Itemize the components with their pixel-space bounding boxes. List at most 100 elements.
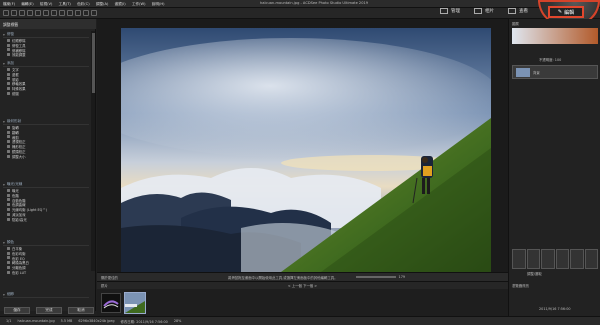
save-button[interactable]: 儲存 [4, 307, 30, 314]
tool-icon[interactable] [570, 249, 584, 269]
layer-thumb [516, 67, 530, 77]
left-panel-scrollbar[interactable] [91, 31, 95, 271]
chevron-down-icon: ▾ [3, 61, 5, 66]
tool-label: 色彩 LUT [12, 270, 27, 275]
select-icon[interactable] [27, 10, 33, 16]
section-detail-header[interactable]: ▾ 細節 [3, 292, 89, 298]
left-panel: 調整標籤 ▾ 修復 紅眼移除 修復工具 修補移除 效能調整 ▾ 添加 文字 邊框 暈… [0, 19, 96, 311]
hand-icon[interactable] [75, 10, 81, 16]
status-bar: 1/1 halcuan-mountain.jpg 5.5 MB 6296x384… [0, 316, 600, 325]
heal-icon [7, 43, 10, 47]
move-icon[interactable] [35, 10, 41, 16]
tool-item[interactable]: 色彩 LUT [3, 270, 89, 275]
compare-icon[interactable] [83, 10, 89, 16]
zoom-value: 179 [398, 275, 406, 279]
menu-work[interactable]: 工作(W) [132, 2, 146, 6]
edit-icon: ✎ [557, 9, 563, 15]
section-repair: ▾ 修復 紅眼移除 修復工具 修補移除 效能調整 [3, 32, 89, 57]
photo-image [121, 28, 491, 272]
barrel-icon [7, 145, 10, 149]
tool-item[interactable]: 陰影/高光 [3, 217, 89, 222]
scroll-thumb[interactable] [91, 33, 95, 93]
lut-icon [7, 270, 10, 274]
filmstrip-thumb[interactable] [101, 293, 121, 313]
perspective-icon [7, 140, 10, 144]
tool-item[interactable]: 效能調整 [3, 52, 89, 57]
mode-edit-label: 編輯 [564, 9, 575, 16]
flip-icon [7, 130, 10, 134]
curves-icon [7, 203, 10, 207]
color-balance-icon [7, 251, 10, 255]
menu-color[interactable]: 色彩(C) [77, 2, 90, 6]
done-button[interactable]: 完成 [36, 307, 62, 314]
split-tone-icon [7, 266, 10, 270]
mode-edit-button[interactable]: ✎ 編輯 [548, 6, 584, 18]
save-icon[interactable] [3, 10, 9, 16]
menu-view[interactable]: 檢視(V) [40, 2, 52, 6]
levels-icon [7, 193, 10, 197]
filmstrip-thumb-selected[interactable] [124, 292, 146, 314]
draw-icon [7, 91, 10, 95]
menu-tools[interactable]: 工具(T) [59, 2, 71, 6]
mode-manage-label: 管理 [451, 9, 460, 14]
lens-icon [7, 149, 10, 153]
info-date: 2011/9/16 7:56:00 [539, 307, 571, 311]
brush-icon[interactable] [43, 10, 49, 16]
tool-item[interactable]: 繪圖 [3, 91, 89, 96]
mode-manage[interactable]: 管理 [440, 8, 460, 14]
section-add-title: 添加 [6, 61, 14, 65]
redo-icon[interactable] [19, 10, 25, 16]
undo-icon[interactable] [11, 10, 17, 16]
filmstrip-nav[interactable]: < 上一個 下一個 > [288, 283, 317, 288]
mode-view-label: 查看 [519, 9, 528, 14]
section-detail-title: 細節 [6, 292, 14, 296]
zoom-icon[interactable] [67, 10, 73, 16]
tool-icon[interactable] [512, 249, 526, 269]
status-filename: halcuan-mountain.jpg [17, 319, 55, 323]
filmstrip-label: 膠片 [101, 284, 108, 288]
mode-view[interactable]: 查看 [508, 8, 528, 14]
zoom-slider[interactable] [355, 276, 396, 278]
rotate-icon [7, 125, 10, 129]
photos-icon [474, 8, 482, 14]
layer-row[interactable]: 背景 [512, 65, 598, 79]
menu-filter[interactable]: 濾鏡(I) [115, 2, 126, 6]
color-swatch[interactable] [512, 28, 598, 44]
section-geometry: ▾ 幾何形狀 旋轉 翻轉 裁剪 透視校正 桶形校正 鏡頭校正 調整大小 [3, 119, 89, 159]
menu-file[interactable]: 檔案(F) [3, 2, 15, 6]
tool-item[interactable]: 調整大小 [3, 154, 89, 159]
adjust-panel-title: 調整/選取 [527, 272, 542, 276]
menu-help[interactable]: 說明(H) [152, 2, 165, 6]
white-balance-icon [7, 246, 10, 250]
status-zoom: 28% [173, 319, 182, 323]
rotate-icon[interactable] [91, 10, 97, 16]
menu-adjust[interactable]: 調整(A) [96, 2, 108, 6]
crop-icon[interactable] [51, 10, 57, 16]
menu-edit[interactable]: 編輯(E) [21, 2, 33, 6]
layer-tools [512, 249, 598, 269]
canvas-left-label: 關於更佳的 [101, 275, 118, 280]
left-panel-buttons: 儲存 完成 取消 [4, 307, 94, 316]
tool-icon[interactable] [526, 249, 540, 269]
text-icon [7, 67, 10, 71]
tool-icon[interactable] [541, 249, 555, 269]
tool-icon[interactable] [555, 249, 569, 269]
color-eq-icon [7, 256, 10, 260]
section-add: ▾ 添加 文字 邊框 暈影 移軸效果 特殊效果 繪圖 [3, 61, 89, 96]
section-detail: ▾ 細節 [3, 292, 89, 298]
cancel-button[interactable]: 取消 [68, 307, 94, 314]
auto-levels-icon [7, 198, 10, 202]
layers-header: 圖層 [512, 22, 519, 26]
dodge-burn-icon [7, 212, 10, 216]
resize-icon [7, 154, 10, 158]
left-panel-title: 調整標籤 [0, 19, 96, 29]
tool-icon[interactable] [584, 249, 598, 269]
chevron-down-icon: ▾ [3, 182, 5, 187]
mode-photos[interactable]: 相片 [474, 8, 494, 14]
text-icon[interactable] [59, 10, 65, 16]
status-index: 1/1 [6, 319, 12, 323]
section-repair-title: 修復 [6, 32, 14, 36]
redeye-icon [7, 38, 10, 42]
canvas-hint: 將滑鼠拖至畫面中以開始使用此工具,或選擇左側面板中的其他編輯工具。 [227, 275, 338, 280]
thumb-image [102, 294, 120, 312]
